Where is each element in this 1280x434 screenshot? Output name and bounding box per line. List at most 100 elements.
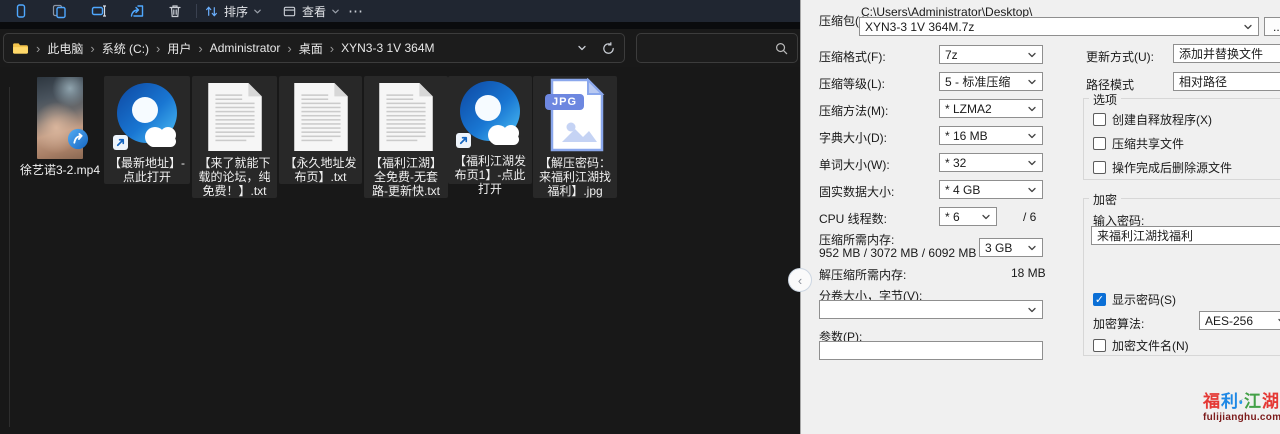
file-item-text[interactable]: 【永久地址发布页】.txt [279, 76, 362, 184]
format-combo[interactable]: 7z [939, 45, 1043, 64]
rename-icon[interactable] [86, 0, 112, 22]
breadcrumb-item-this-pc[interactable]: 此电脑 [47, 40, 83, 57]
shortcut-arrow-icon [113, 135, 128, 150]
file-name: 【最新地址】-点此打开 [104, 156, 190, 184]
breadcrumb-item-users[interactable]: 用户 [167, 40, 191, 57]
update-mode-combo[interactable]: 添加并替换文件 [1173, 44, 1280, 63]
search-input[interactable] [645, 41, 774, 55]
file-item-text[interactable]: 【来了就能下载的论坛，纯免费！】.txt [192, 76, 277, 198]
memory-combo[interactable]: 3 GB [979, 238, 1043, 257]
archive-name-value: XYN3-3 1V 364M.7z [865, 20, 1239, 34]
dictionary-combo[interactable]: * 16 MB [939, 126, 1043, 145]
method-combo[interactable]: * LZMA2 [939, 99, 1043, 118]
paste-icon[interactable] [8, 0, 34, 22]
checkbox-unchecked-icon[interactable] [1093, 113, 1106, 126]
memory-compress-detail: 952 MB / 3072 MB / 6092 MB [819, 246, 976, 260]
browse-button[interactable]: ... [1264, 17, 1280, 36]
breadcrumb-item-drive-c[interactable]: 系统 (C:) [102, 40, 149, 57]
path-mode-combo[interactable]: 相对路径 [1173, 72, 1280, 91]
checkbox-unchecked-icon[interactable] [1093, 161, 1106, 174]
archive-name-combo[interactable]: XYN3-3 1V 364M.7z [859, 17, 1259, 36]
toolbar-separator [196, 4, 197, 18]
video-thumbnail [37, 77, 83, 159]
sort-button[interactable]: 排序 [204, 0, 262, 22]
encryption-method-combo[interactable]: AES-256 [1199, 311, 1280, 330]
memory-decompress-label: 解压缩所需内存: [819, 266, 906, 283]
option-delete-after[interactable]: 操作完成后删除源文件 [1093, 159, 1232, 176]
breadcrumb-item-current-folder[interactable]: XYN3-3 1V 364M [341, 41, 434, 55]
file-item-image[interactable]: JPG 【解压密码：来福利江湖找福利】.jpg [533, 76, 617, 198]
file-item-video[interactable]: 徐艺诺3-2.mp4 [16, 73, 104, 177]
file-item-text[interactable]: 【福利江湖】全免费-无套路-更新快.txt [364, 76, 448, 198]
show-password-option[interactable]: ✓ 显示密码(S) [1093, 291, 1176, 308]
shortcut-arrow-icon [456, 133, 471, 148]
solid-size-label: 固实数据大小: [819, 183, 894, 200]
breadcrumb-separator: › [287, 41, 291, 56]
file-name: 【解压密码：来福利江湖找福利】.jpg [533, 156, 617, 198]
format-value: 7z [945, 48, 1023, 62]
encryption-group-title: 加密 [1089, 191, 1121, 208]
format-label: 压缩格式(F): [819, 48, 886, 65]
view-label: 查看 [302, 3, 326, 20]
option-create-sfx-label: 创建自释放程序(X) [1112, 111, 1212, 128]
dictionary-label: 字典大小(D): [819, 129, 887, 146]
update-mode-label: 更新方式(U): [1086, 48, 1154, 65]
file-list-area[interactable]: 徐艺诺3-2.mp4 【最新地址】-点此打开 【来了就能下载的论坛，纯免费！】.… [0, 67, 800, 434]
option-create-sfx[interactable]: 创建自释放程序(X) [1093, 111, 1212, 128]
parameters-input[interactable] [819, 341, 1043, 360]
solid-size-combo[interactable]: * 4 GB [939, 180, 1043, 199]
explorer-toolbar: 排序 查看 ⋯ [0, 0, 800, 22]
delete-icon[interactable] [162, 0, 188, 22]
more-options-button[interactable]: ⋯ [348, 0, 363, 22]
file-item-shortcut[interactable]: 【福利江湖发布页1】-点此打开 [448, 76, 532, 184]
chevron-down-icon [331, 7, 340, 16]
option-compress-shared[interactable]: 压缩共享文件 [1093, 135, 1184, 152]
file-name: 【永久地址发布页】.txt [279, 156, 362, 184]
breadcrumb-separator: › [36, 41, 40, 56]
text-file-icon [207, 82, 263, 152]
file-name: 徐艺诺3-2.mp4 [17, 163, 103, 177]
address-dropdown-chevron-icon[interactable] [577, 43, 587, 53]
address-bar[interactable]: › 此电脑 › 系统 (C:) › 用户 › Administrator › 桌… [3, 33, 625, 63]
refresh-icon[interactable] [601, 41, 616, 56]
sort-icon [204, 4, 219, 19]
checkbox-unchecked-icon[interactable] [1093, 339, 1106, 352]
options-group-title: 选项 [1089, 91, 1121, 108]
file-item-shortcut[interactable]: 【最新地址】-点此打开 [104, 76, 190, 184]
option-delete-after-label: 操作完成后删除源文件 [1112, 159, 1232, 176]
chevron-down-icon [253, 7, 262, 16]
breadcrumb-item-administrator[interactable]: Administrator [210, 41, 281, 55]
collapse-chevron-icon: ‹ [798, 273, 802, 288]
word-size-combo[interactable]: * 32 [939, 153, 1043, 172]
collapse-handle[interactable]: ‹ [788, 268, 812, 292]
text-file-icon [293, 82, 349, 152]
folder-icon [12, 42, 29, 55]
file-name: 【福利江湖发布页1】-点此打开 [448, 154, 532, 196]
word-size-label: 单词大小(W): [819, 156, 890, 173]
address-row: › 此电脑 › 系统 (C:) › 用户 › Administrator › 桌… [0, 29, 800, 67]
checkbox-unchecked-icon[interactable] [1093, 137, 1106, 150]
breadcrumb-separator: › [156, 41, 160, 56]
share-icon[interactable] [124, 0, 150, 22]
volume-size-combo[interactable] [819, 300, 1043, 319]
password-value: 来福利江湖找福利 [1097, 227, 1193, 244]
path-mode-value: 相对路径 [1179, 73, 1280, 90]
search-box[interactable] [636, 33, 798, 63]
view-button[interactable]: 查看 [282, 0, 340, 22]
watermark-char: 利 [1221, 392, 1238, 411]
cpu-threads-combo[interactable]: * 6 [939, 207, 997, 226]
encryption-method-label: 加密算法: [1093, 315, 1144, 332]
encrypt-filenames-option[interactable]: 加密文件名(N) [1093, 337, 1189, 354]
cpu-threads-max: / 6 [1023, 210, 1036, 224]
level-combo[interactable]: 5 - 标准压缩 [939, 72, 1043, 91]
jpg-file-icon [545, 78, 605, 152]
method-value: * LZMA2 [945, 102, 1023, 116]
password-input[interactable]: 来福利江湖找福利 [1091, 226, 1280, 245]
play-badge-icon [67, 128, 89, 155]
encrypt-filenames-label: 加密文件名(N) [1112, 337, 1189, 354]
breadcrumb-item-desktop[interactable]: 桌面 [299, 40, 323, 57]
checkbox-checked-icon[interactable]: ✓ [1093, 293, 1106, 306]
cpu-threads-label: CPU 线程数: [819, 210, 887, 227]
breadcrumb-separator: › [90, 41, 94, 56]
copy-icon[interactable] [46, 0, 72, 22]
